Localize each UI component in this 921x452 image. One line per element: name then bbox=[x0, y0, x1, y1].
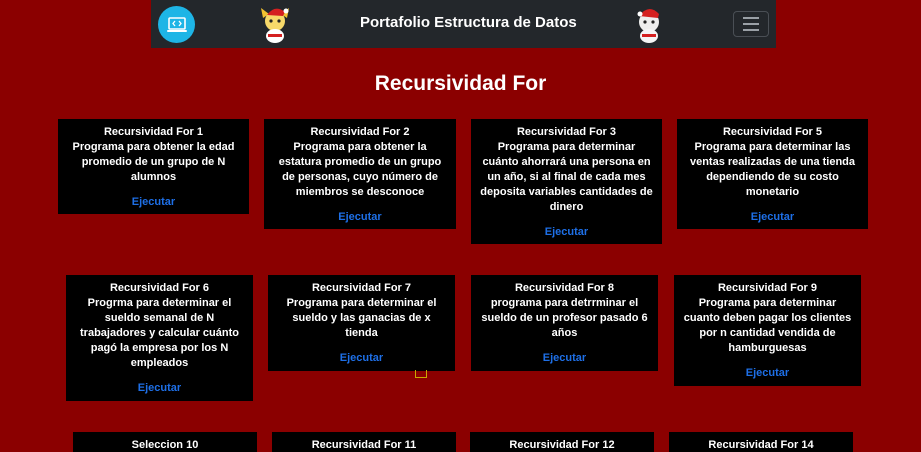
card: Recursividad For 3 Programa para determi… bbox=[471, 119, 662, 244]
stray-marker bbox=[415, 370, 427, 378]
card-description: Programa para determinar el sueldo y las… bbox=[286, 297, 437, 339]
card: Recursividad For 12 bbox=[470, 432, 654, 452]
code-laptop-icon[interactable] bbox=[158, 6, 195, 43]
page-title: Recursividad For bbox=[374, 72, 547, 95]
card-description: Programa para determinar cuánto ahorrará… bbox=[480, 141, 653, 213]
card-title: Recursividad For 8 bbox=[514, 282, 615, 294]
card-description: Programa para obtener la estatura promed… bbox=[278, 141, 442, 198]
card: Recursividad For 8 programa para detrrmi… bbox=[471, 275, 658, 371]
card-title: Recursividad For 1 bbox=[103, 126, 204, 138]
card-title: Recursividad For 12 bbox=[509, 439, 615, 451]
run-button[interactable]: Ejecutar bbox=[66, 195, 241, 210]
card-description: Progrma para determinar el sueldo semana… bbox=[80, 297, 239, 369]
card: Recursividad For 1 Programa para obtener… bbox=[58, 119, 249, 214]
card-title: Recursividad For 5 bbox=[722, 126, 823, 138]
card-title: Recursividad For 11 bbox=[311, 439, 417, 451]
card-title: Recursividad For 2 bbox=[310, 126, 410, 138]
card-title: Recursividad For 9 bbox=[717, 282, 818, 294]
card-title: Recursividad For 14 bbox=[708, 439, 814, 451]
card: Recursividad For 6 Progrma para determin… bbox=[66, 275, 253, 401]
run-button[interactable]: Ejecutar bbox=[685, 210, 860, 225]
christmas-mascot-icon bbox=[255, 4, 295, 44]
card-description: Programa para determinar las ventas real… bbox=[689, 141, 856, 198]
card-title: Recursividad For 3 bbox=[516, 126, 617, 138]
card: Recursividad For 7 Programa para determi… bbox=[268, 275, 455, 371]
nav-title: Portafolio Estructura de Datos bbox=[360, 14, 577, 31]
card-description: programa para detrrminar el sueldo de un… bbox=[481, 297, 648, 339]
card-description: Programa para obtener la edad promedio d… bbox=[72, 141, 235, 183]
hamburger-menu-icon[interactable] bbox=[733, 11, 769, 37]
card: Seleccion 10 bbox=[73, 432, 257, 452]
run-button[interactable]: Ejecutar bbox=[682, 366, 853, 381]
navbar: Portafolio Estructura de Datos bbox=[151, 0, 776, 48]
card-title: Seleccion 10 bbox=[131, 439, 199, 451]
run-button[interactable]: Ejecutar bbox=[74, 381, 245, 396]
card: Recursividad For 9 Programa para determi… bbox=[674, 275, 861, 386]
card: Recursividad For 5 Programa para determi… bbox=[677, 119, 868, 229]
card: Recursividad For 2 Programa para obtener… bbox=[264, 119, 456, 229]
card-title: Recursividad For 7 bbox=[311, 282, 412, 294]
run-button[interactable]: Ejecutar bbox=[276, 351, 447, 366]
card-description: Programa para determinar cuanto deben pa… bbox=[683, 297, 852, 354]
card: Recursividad For 14 bbox=[669, 432, 853, 452]
run-button[interactable]: Ejecutar bbox=[479, 225, 654, 240]
card: Recursividad For 11 bbox=[272, 432, 456, 452]
christmas-mascot-icon bbox=[629, 4, 669, 44]
run-button[interactable]: Ejecutar bbox=[479, 351, 650, 366]
run-button[interactable]: Ejecutar bbox=[272, 210, 448, 225]
card-title: Recursividad For 6 bbox=[109, 282, 210, 294]
